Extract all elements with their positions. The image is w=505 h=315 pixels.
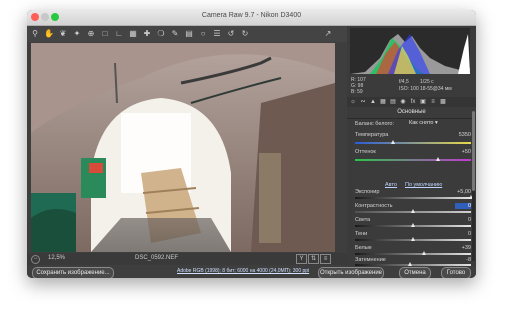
copy-settings-icon[interactable]: ≡: [320, 254, 331, 264]
hand-icon[interactable]: ✋: [44, 29, 54, 39]
title-bar: Camera Raw 9.7 - Nikon D3400: [27, 10, 476, 26]
adjustment-panel: R: 107 G: 98 B: 59 f/4,5 1/25 с ISO: 100…: [347, 26, 476, 266]
presets-tab-icon[interactable]: ≡: [429, 98, 437, 106]
exposure-slider[interactable]: [355, 195, 473, 199]
fullscreen-icon[interactable]: ↗: [323, 29, 333, 39]
temperature-value[interactable]: 5350: [455, 132, 471, 138]
crop-icon[interactable]: □: [100, 29, 110, 39]
iso: ISO: 100: [399, 86, 419, 92]
tint-slider[interactable]: [355, 157, 471, 161]
lens: 18-55@34 мм: [420, 86, 452, 92]
tint-label: Оттенок: [355, 149, 376, 155]
adjustment-brush-icon[interactable]: ✎: [170, 29, 180, 39]
contrast-value[interactable]: 0: [455, 203, 471, 209]
red-eye-icon[interactable]: ❍: [156, 29, 166, 39]
targeted-adjust-icon[interactable]: ⊕: [86, 29, 96, 39]
contrast-label: Контрастность: [355, 203, 393, 209]
preferences-icon[interactable]: ☰: [212, 29, 222, 39]
file-name: DSC_0592.NEF: [135, 255, 179, 261]
before-after-icon[interactable]: Y: [296, 254, 307, 264]
highlights-slider[interactable]: [355, 223, 471, 227]
chevron-down-icon: ▾: [435, 120, 438, 126]
highlights-value[interactable]: 0: [455, 217, 471, 223]
color-sampler-icon[interactable]: ✦: [72, 29, 82, 39]
cancel-button[interactable]: Отмена: [399, 267, 431, 278]
photo-image: [31, 43, 335, 252]
temperature-label: Температура: [355, 132, 389, 138]
radial-filter-icon[interactable]: ○: [198, 29, 208, 39]
histogram-graph: [350, 34, 470, 74]
transform-icon[interactable]: ▦: [128, 29, 138, 39]
straighten-icon[interactable]: ∟: [114, 29, 124, 39]
white-balance-value: Как снято: [409, 120, 434, 126]
section-title: Основные: [347, 109, 476, 119]
panel-tabs: ☼ ∾ ▲ ▦ ▤ ◉ fx ▣ ≡ ▩: [347, 97, 476, 107]
white-balance-select[interactable]: Как снято ▾: [409, 120, 469, 127]
temperature-slider[interactable]: [355, 140, 471, 144]
whites-value[interactable]: +39: [455, 245, 471, 251]
graduated-filter-icon[interactable]: ▤: [184, 29, 194, 39]
rotate-right-icon[interactable]: ↻: [240, 29, 250, 39]
whites-thumb[interactable]: [422, 251, 427, 255]
detail-tab-icon[interactable]: ▲: [369, 98, 377, 106]
contrast-slider[interactable]: [355, 209, 471, 213]
auto-link[interactable]: Авто: [385, 182, 397, 188]
tint-value[interactable]: +50: [455, 149, 471, 155]
highlights-label: Света: [355, 217, 371, 223]
basic-tab-icon[interactable]: ☼: [349, 98, 357, 106]
workflow-options-link[interactable]: Adobe RGB (1998); 8 бит; 6000 на 4000 (2…: [177, 268, 309, 274]
spot-removal-icon[interactable]: ✚: [142, 29, 152, 39]
shadows-slider[interactable]: [355, 237, 471, 241]
hist-b: B: 59: [351, 89, 363, 95]
highlights-thumb[interactable]: [410, 223, 415, 227]
rotate-left-icon[interactable]: ↺: [226, 29, 236, 39]
snapshots-tab-icon[interactable]: ▩: [439, 98, 447, 106]
swap-settings-icon[interactable]: ⇅: [308, 254, 319, 264]
shadows-value[interactable]: 0: [455, 231, 471, 237]
tone-curve-tab-icon[interactable]: ∾: [359, 98, 367, 106]
status-bar: − + 12,5% DSC_0592.NEF Y ⇅ ≡: [27, 253, 347, 265]
open-image-button[interactable]: Открыть изображение: [318, 267, 384, 278]
camera-calibration-tab-icon[interactable]: ▣: [419, 98, 427, 106]
save-image-button[interactable]: Сохранить изображение...: [32, 267, 114, 278]
exposure-label: Экспонир: [355, 189, 380, 195]
effects-tab-icon[interactable]: fx: [409, 98, 417, 106]
temperature-thumb[interactable]: [390, 140, 395, 144]
hsl-tab-icon[interactable]: ▦: [379, 98, 387, 106]
scrollbar-thumb[interactable]: [472, 111, 475, 191]
white-balance-label: Баланс белого:: [355, 121, 395, 127]
whites-label: Белые: [355, 245, 372, 251]
shadows-thumb[interactable]: [410, 237, 415, 241]
photo-preview[interactable]: [31, 43, 335, 252]
done-button[interactable]: Готово: [441, 267, 471, 278]
zoom-level[interactable]: 12,5%: [48, 255, 65, 261]
blacks-label: Затемнение: [355, 257, 386, 263]
whites-slider[interactable]: [355, 251, 471, 255]
zoom-icon[interactable]: ⚲: [30, 29, 40, 39]
camera-raw-window: Camera Raw 9.7 - Nikon D3400 ⚲ ✋ ❦ ✦ ⊕ □…: [27, 10, 476, 278]
histogram: [350, 28, 470, 74]
window-title: Camera Raw 9.7 - Nikon D3400: [201, 12, 302, 19]
toolbar: ⚲ ✋ ❦ ✦ ⊕ □ ∟ ▦ ✚ ❍ ✎ ▤ ○ ☰ ↺ ↻ ↗: [27, 26, 347, 42]
split-toning-tab-icon[interactable]: ▤: [389, 98, 397, 106]
tint-thumb[interactable]: [436, 157, 441, 161]
contrast-thumb[interactable]: [410, 209, 415, 213]
white-balance-icon[interactable]: ❦: [58, 29, 68, 39]
blacks-value[interactable]: -8: [455, 257, 471, 263]
aperture: f/4,5: [399, 79, 409, 85]
shadows-label: Тени: [355, 231, 368, 237]
panel-scrollbar[interactable]: [472, 111, 475, 261]
bottom-bar: Сохранить изображение... Adobe RGB (1998…: [27, 266, 476, 278]
zoom-out-button[interactable]: −: [31, 255, 40, 264]
lens-tab-icon[interactable]: ◉: [399, 98, 407, 106]
default-link[interactable]: По умолчанию: [405, 182, 442, 188]
shutter: 1/25 с: [420, 79, 434, 85]
